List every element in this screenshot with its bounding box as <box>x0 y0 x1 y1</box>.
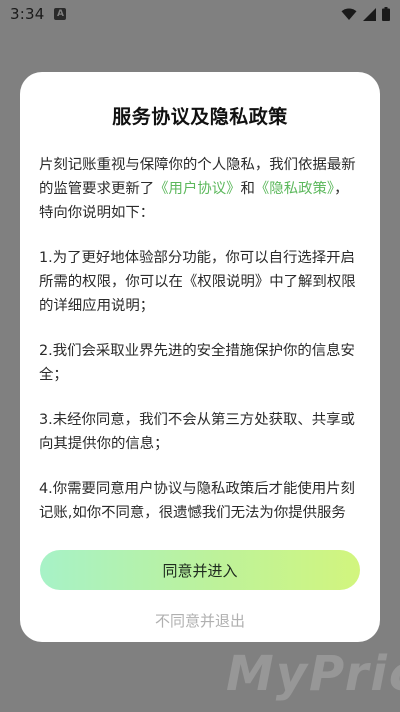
user-agreement-link[interactable]: 《用户协议》 <box>154 181 240 197</box>
privacy-dialog: 服务协议及隐私政策 片刻记账重视与保障你的个人隐私，我们依据最新的监管要求更新了… <box>20 72 380 642</box>
point-3: 3.未经你同意，我们不会从第三方处获取、共享或向其提供你的信息； <box>39 412 355 452</box>
signal-icon <box>363 7 376 21</box>
agree-button[interactable]: 同意并进入 <box>40 550 360 590</box>
dialog-body: 片刻记账重视与保障你的个人隐私，我们依据最新的监管要求更新了《用户协议》和《隐私… <box>39 153 361 525</box>
dialog-title: 服务协议及隐私政策 <box>112 106 288 128</box>
point-4: 4.你需要同意用户协议与隐私政策后才能使用片刻记账,如你不同意，很遗憾我们无法为… <box>39 481 355 521</box>
battery-icon <box>382 7 390 21</box>
disagree-button[interactable]: 不同意并退出 <box>20 610 380 631</box>
status-time: 3:34 <box>10 5 45 23</box>
point-1: 1.为了更好地体验部分功能，你可以自行选择开启所需的权限，你可以在《权限说明》中… <box>39 250 356 314</box>
status-icons <box>341 7 390 21</box>
privacy-policy-link[interactable]: 《隐私政策》 <box>255 181 334 197</box>
status-bar: 3:34 A <box>0 0 400 28</box>
watermark-logo: MyPrice <box>226 646 400 702</box>
notification-icon: A <box>54 8 67 20</box>
intro-and: 和 <box>240 181 255 197</box>
wifi-icon <box>341 8 357 21</box>
point-2: 2.我们会采取业界先进的安全措施保护你的信息安全； <box>39 343 355 383</box>
intro-paragraph: 片刻记账重视与保障你的个人隐私，我们依据最新的监管要求更新了《用户协议》和《隐私… <box>39 153 361 225</box>
